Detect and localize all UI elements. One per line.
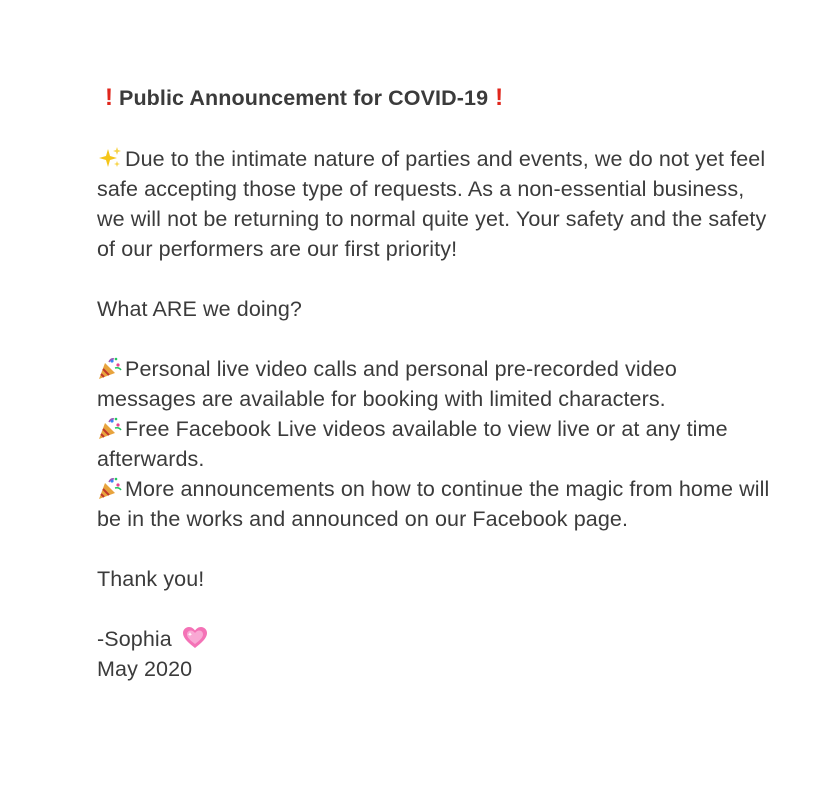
exclamation-icon: ! <box>104 84 114 111</box>
signature-line: -Sophia <box>97 624 777 654</box>
thanks-paragraph: Thank you! <box>97 567 205 591</box>
list-item-text: More announcements on how to continue th… <box>97 477 770 531</box>
signature-name: -Sophia <box>97 627 172 651</box>
party-popper-icon <box>99 357 122 379</box>
list-item-text: Personal live video calls and personal p… <box>97 357 677 411</box>
activity-list: Personal live video calls and personal p… <box>97 354 777 534</box>
intro-paragraph: Due to the intimate nature of parties an… <box>97 144 777 264</box>
signature-date: May 2020 <box>97 657 193 681</box>
list-item: Personal live video calls and personal p… <box>97 354 777 414</box>
announcement-document: ! Public Announcement for COVID-19 ! Due… <box>97 82 777 684</box>
announcement-title: ! Public Announcement for COVID-19 ! <box>97 82 777 114</box>
intro-text: Due to the intimate nature of parties an… <box>97 147 767 261</box>
sparkles-icon <box>99 147 121 167</box>
exclamation-icon: ! <box>495 84 504 111</box>
list-item-text: Free Facebook Live videos available to v… <box>97 417 728 471</box>
party-popper-icon <box>99 477 122 499</box>
announcement-title-text: Public Announcement for COVID-19 <box>119 86 489 110</box>
party-popper-icon <box>99 417 122 439</box>
list-item: Free Facebook Live videos available to v… <box>97 414 777 474</box>
sparkling-heart-icon <box>182 627 207 648</box>
list-item: More announcements on how to continue th… <box>97 474 777 534</box>
question-paragraph: What ARE we doing? <box>97 297 302 321</box>
